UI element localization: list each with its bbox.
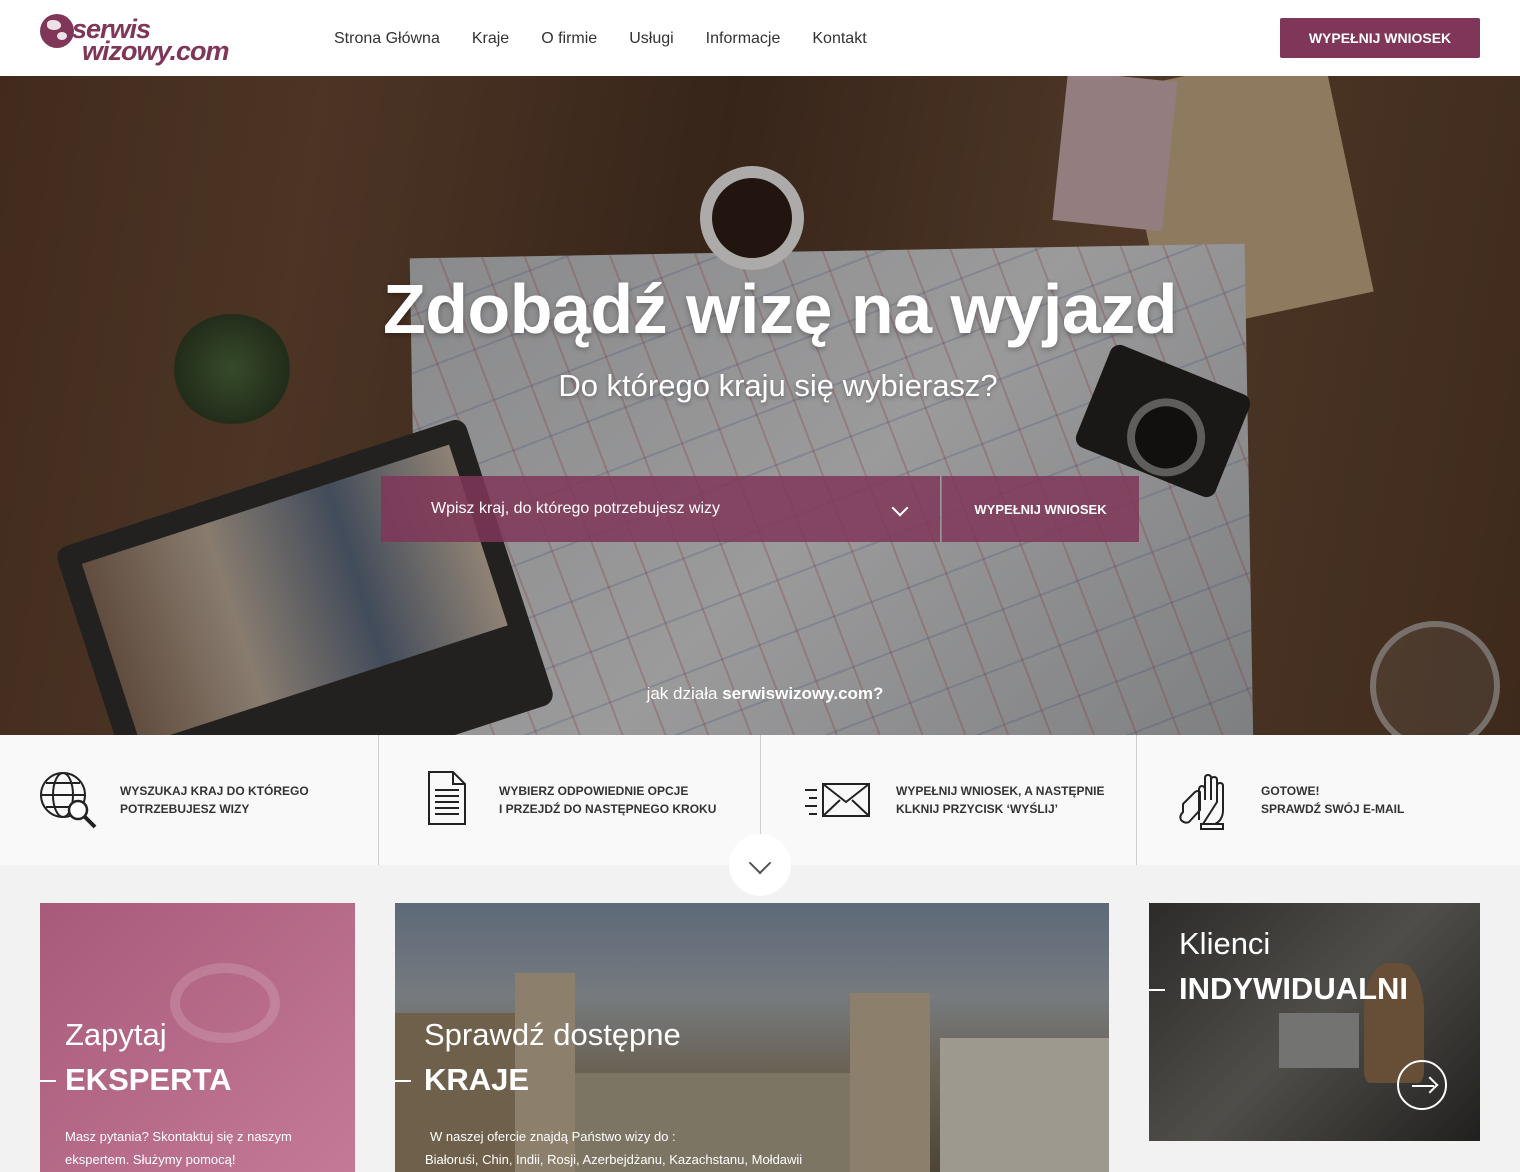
nav-item-about[interactable]: O firmie: [541, 30, 597, 48]
nav-item-contact[interactable]: Kontakt: [812, 30, 866, 48]
nav-item-info[interactable]: Informacje: [706, 30, 781, 48]
country-select-placeholder: Wpisz kraj, do którego potrzebujesz wizy: [431, 500, 720, 517]
how-it-works-link[interactable]: jak działa serwiswizowy.com?: [0, 684, 1520, 704]
document-icon: [428, 771, 466, 825]
card-title-bold: KRAJE: [424, 1062, 530, 1097]
arrow-right-icon[interactable]: [1397, 1060, 1447, 1110]
site-logo[interactable]: serwis wizowy.com: [40, 12, 270, 68]
nav-item-services[interactable]: Usługi: [629, 30, 673, 48]
card-title-bold: EKSPERTA: [65, 1062, 232, 1097]
individual-clients-card[interactable]: Klienci INDYWIDUALNI: [1149, 903, 1480, 1141]
card-title: Zapytaj: [65, 1017, 167, 1052]
card-body: W naszej ofercie znajdą Państwo wizy do …: [425, 1129, 803, 1167]
main-nav: Strona Główna Kraje O firmie Usługi Info…: [334, 30, 867, 48]
step-3-text: WYPEŁNIJ WNIOSEK, A NASTĘPNIE KLKNIJ PRZ…: [896, 784, 1105, 816]
card-body: Masz pytania? Skontaktuj się z naszym ek…: [65, 1129, 292, 1167]
globe-logo-icon: [40, 14, 74, 48]
globe-search-icon: [40, 772, 97, 829]
countries-card[interactable]: Sprawdź dostępne KRAJE W naszej ofercie …: [395, 903, 1109, 1172]
card-title: Klienci: [1179, 926, 1271, 961]
watch-image: [170, 963, 280, 1043]
step-2: WYBIERZ ODPOWIEDNIE OPCJE I PRZEJDŹ DO N…: [379, 735, 761, 865]
step-1: WYSZUKAJ KRAJ DO KTÓREGO POTRZEBUJESZ WI…: [0, 735, 379, 865]
chevron-down-icon[interactable]: [891, 499, 909, 517]
step-4: GOTOWE! SPRAWDŹ SWÓJ E-MAIL: [1137, 735, 1520, 865]
scroll-down-button[interactable]: [729, 834, 791, 896]
country-select[interactable]: Wpisz kraj, do którego potrzebujesz wizy: [381, 476, 940, 542]
nav-item-countries[interactable]: Kraje: [472, 30, 509, 48]
hero-submit-button[interactable]: WYPEŁNIJ WNIOSEK: [941, 476, 1139, 542]
card-title-bold: INDYWIDUALNI: [1179, 971, 1409, 1006]
step-3: WYPEŁNIJ WNIOSEK, A NASTĘPNIE KLKNIJ PRZ…: [761, 735, 1137, 865]
ask-expert-card[interactable]: Zapytaj EKSPERTA Masz pytania? Skontaktu…: [40, 903, 355, 1172]
hero-section: Zdobądź wizę na wyjazd Do którego kraju …: [0, 76, 1520, 735]
card-title: Sprawdź dostępne: [424, 1017, 681, 1052]
site-header: serwis wizowy.com Strona Główna Kraje O …: [0, 0, 1520, 76]
logo-text-2: wizowy.com: [82, 36, 230, 66]
step-2-text: WYBIERZ ODPOWIEDNIE OPCJE I PRZEJDŹ DO N…: [499, 784, 717, 816]
fill-application-button[interactable]: WYPEŁNIJ WNIOSEK: [1280, 18, 1480, 58]
gloves-icon: [1179, 773, 1224, 830]
hero-title: Zdobądź wizę na wyjazd: [382, 270, 1178, 348]
step-1-text: WYSZUKAJ KRAJ DO KTÓREGO POTRZEBUJESZ WI…: [120, 784, 309, 816]
hero-subtitle: Do którego kraju się wybierasz?: [558, 368, 998, 403]
envelope-icon: [805, 783, 870, 817]
nav-item-home[interactable]: Strona Główna: [334, 30, 440, 48]
step-4-text: GOTOWE! SPRAWDŹ SWÓJ E-MAIL: [1261, 784, 1405, 816]
